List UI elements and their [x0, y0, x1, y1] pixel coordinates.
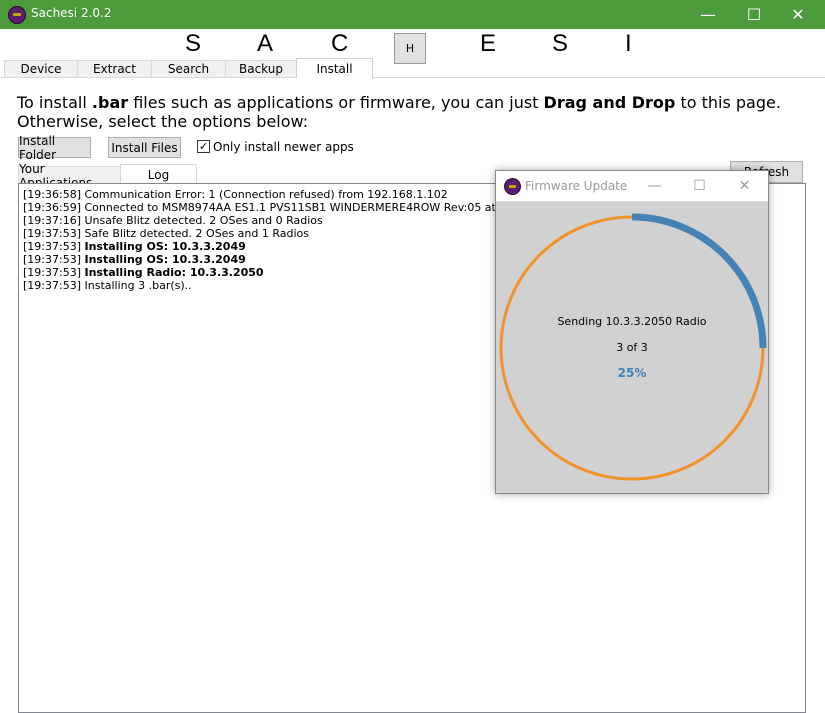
log-line: [19:37:16] Unsafe Blitz detected. 2 OSes…	[23, 214, 323, 227]
close-button[interactable]: ✕	[775, 0, 821, 29]
intro-bold-drag-drop: Drag and Drop	[543, 93, 676, 112]
dialog-title: Firmware Update	[525, 179, 628, 193]
dialog-close-button[interactable]: ✕	[722, 171, 767, 201]
log-time: [19:37:53]	[23, 253, 81, 266]
intro-text: files such as applications or firmware, …	[128, 93, 544, 112]
logo-letter: I	[625, 30, 632, 57]
tab-install[interactable]: Install	[296, 58, 373, 78]
logo-letter: A	[257, 30, 274, 57]
log-line: [19:36:58] Communication Error: 1 (Conne…	[23, 188, 448, 201]
dialog-count: 3 of 3	[616, 341, 648, 354]
dialog-percent: 25%	[617, 366, 647, 380]
log-time: [19:37:53]	[23, 266, 81, 279]
logo-letter: E	[480, 30, 497, 57]
logo-letter: S	[185, 30, 202, 57]
log-text: Connected to MSM8974AA ES1.1 PVS11SB1 WI…	[84, 201, 566, 214]
install-instructions: To install .bar files such as applicatio…	[17, 93, 807, 131]
log-text: Installing OS: 10.3.3.2049	[84, 240, 246, 253]
tab-bar-line	[0, 77, 825, 78]
log-time: [19:37:53]	[23, 279, 81, 292]
tab-search[interactable]: Search	[151, 60, 226, 77]
minimize-button[interactable]: —	[685, 0, 731, 29]
log-text: Installing OS: 10.3.3.2049	[84, 253, 246, 266]
log-time: [19:37:53]	[23, 240, 81, 253]
app-icon	[504, 178, 521, 195]
tab-log[interactable]: Log	[120, 164, 197, 184]
log-time: [19:37:16]	[23, 214, 81, 227]
log-text: Installing Radio: 10.3.3.2050	[84, 266, 264, 279]
logo-h-button[interactable]: H	[394, 33, 426, 64]
log-line: [19:37:53] Installing OS: 10.3.3.2049	[23, 240, 246, 253]
progress-ring-arc	[631, 213, 767, 349]
intro-bold-bar: .bar	[91, 93, 129, 112]
log-time: [19:37:53]	[23, 227, 81, 240]
log-text: Safe Blitz detected. 2 OSes and 1 Radios	[84, 227, 310, 240]
install-files-button[interactable]: Install Files	[108, 137, 181, 158]
log-text: Installing 3 .bar(s)..	[84, 279, 192, 292]
dialog-title-bar: Firmware Update — ☐ ✕	[496, 171, 768, 201]
tab-extract[interactable]: Extract	[77, 60, 152, 77]
app-icon	[8, 6, 26, 24]
log-text: Communication Error: 1 (Connection refus…	[84, 188, 448, 201]
only-newer-checkbox[interactable]: ✓	[197, 140, 210, 153]
maximize-button[interactable]: ☐	[731, 0, 777, 29]
tab-device[interactable]: Device	[4, 60, 78, 77]
intro-text: To install	[17, 93, 92, 112]
logo-letter: S	[552, 30, 569, 57]
log-time: [19:36:59]	[23, 201, 81, 214]
log-text: Unsafe Blitz detected. 2 OSes and 0 Radi…	[84, 214, 323, 227]
dialog-status: Sending 10.3.3.2050 Radio	[557, 315, 707, 328]
log-line: [19:37:53] Safe Blitz detected. 2 OSes a…	[23, 227, 309, 240]
title-bar: Sachesi 2.0.2 — ☐ ✕	[0, 0, 825, 29]
tab-your-applications[interactable]: Your Applications	[18, 162, 121, 190]
logo-letter: C	[331, 30, 349, 57]
log-line: [19:37:53] Installing 3 .bar(s)..	[23, 279, 192, 292]
install-folder-button[interactable]: Install Folder	[18, 134, 91, 162]
firmware-update-dialog: Firmware Update — ☐ ✕ Sending 10.3.3.205…	[495, 170, 769, 494]
log-line: [19:36:59] Connected to MSM8974AA ES1.1 …	[23, 201, 566, 214]
log-line: [19:37:53] Installing OS: 10.3.3.2049	[23, 253, 246, 266]
window-title: Sachesi 2.0.2	[31, 6, 112, 20]
log-line: [19:37:53] Installing Radio: 10.3.3.2050	[23, 266, 264, 279]
log-time: [19:36:58]	[23, 188, 81, 201]
dialog-minimize-button[interactable]: —	[632, 171, 677, 201]
only-newer-label[interactable]: Only install newer apps	[213, 140, 354, 154]
tab-backup[interactable]: Backup	[225, 60, 297, 77]
dialog-maximize-button[interactable]: ☐	[677, 171, 722, 201]
